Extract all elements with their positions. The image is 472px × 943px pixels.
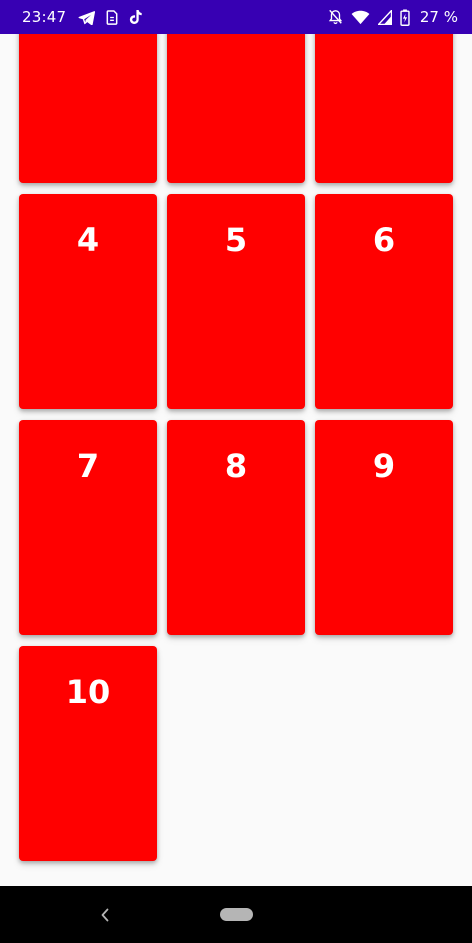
back-icon[interactable] [96,906,114,924]
status-time: 23:47 [22,8,67,26]
wifi-icon [351,10,370,25]
card-grid[interactable]: 4 5 6 7 8 9 10 [0,0,472,886]
sim-card-icon [106,9,118,25]
tiktok-icon [129,9,143,25]
app-screen: 4 5 6 7 8 9 10 23:47 27 % [0,0,472,943]
card-label: 9 [372,447,396,485]
status-bar: 23:47 27 % [0,0,472,34]
grid-card-7[interactable]: 7 [19,420,157,635]
battery-charging-icon [400,8,410,26]
grid-card-6[interactable]: 6 [315,194,453,409]
battery-percentage: 27 % [419,8,458,26]
card-label: 4 [76,221,100,259]
grid-card-8[interactable]: 8 [167,420,305,635]
system-icons: 27 % [328,8,458,26]
card-label: 10 [65,673,111,711]
notification-icons [78,9,143,25]
card-label: 6 [372,221,396,259]
home-pill-icon[interactable] [220,908,253,921]
navigation-bar [0,886,472,943]
cell-signal-icon [377,9,392,25]
grid-card-10[interactable]: 10 [19,646,157,861]
card-label: 5 [224,221,248,259]
grid-card-5[interactable]: 5 [167,194,305,409]
grid-card-4[interactable]: 4 [19,194,157,409]
card-label: 7 [76,447,100,485]
card-label: 8 [224,447,248,485]
notifications-off-icon [328,9,343,25]
grid-card-9[interactable]: 9 [315,420,453,635]
telegram-icon [78,10,96,25]
